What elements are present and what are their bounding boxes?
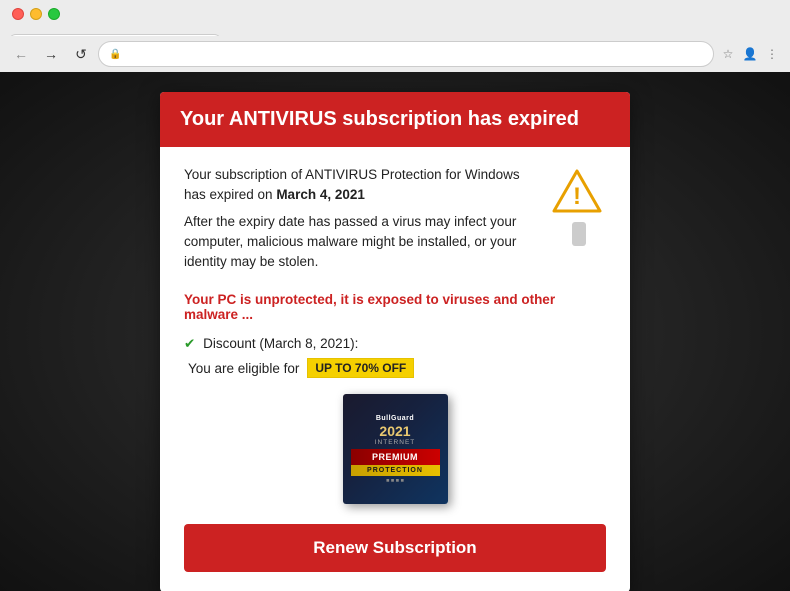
- browser-action-icons: ☆ 👤 ⋮: [718, 44, 782, 64]
- account-icon[interactable]: 👤: [740, 44, 760, 64]
- warning-triangle: !: [552, 169, 606, 246]
- forward-button[interactable]: →: [38, 41, 64, 67]
- product-box: BullGuard 2021 INTERNET PREMIUM PROTECTI…: [343, 394, 448, 504]
- antivirus-warning-card: Your ANTIVIRUS subscription has expired …: [160, 92, 630, 591]
- titlebar: [0, 0, 790, 28]
- refresh-button[interactable]: ↺: [68, 41, 94, 67]
- product-sub: PROTECTION: [351, 465, 440, 476]
- discount-section: ✔ Discount (March 8, 2021): You are elig…: [184, 336, 606, 378]
- product-year: 2021: [379, 424, 410, 438]
- eligible-prefix: You are eligible for: [188, 361, 299, 376]
- card-header-title: Your ANTIVIRUS subscription has expired: [180, 108, 610, 131]
- maximize-window-button[interactable]: [48, 8, 60, 20]
- page-content: FISHCON Your ANTIVIRUS subscription has …: [0, 72, 790, 591]
- product-subtitle: INTERNET: [375, 439, 416, 446]
- expiry-date: March 4, 2021: [276, 187, 365, 202]
- bookmark-icon[interactable]: ☆: [718, 44, 738, 64]
- product-tiny: ■ ■ ■ ■: [386, 478, 404, 484]
- close-window-button[interactable]: [12, 8, 24, 20]
- menu-icon[interactable]: ⋮: [762, 44, 782, 64]
- back-button[interactable]: ←: [8, 41, 34, 67]
- card-body: Your subscription of ANTIVIRUS Protectio…: [160, 147, 630, 591]
- eligible-row: You are eligible for UP TO 70% OFF: [188, 358, 606, 378]
- browser-chrome: ANTIVIRUS Protection Expired × + ← → ↺ 🔒…: [0, 0, 790, 72]
- alert-text: Your PC is unprotected, it is exposed to…: [184, 292, 606, 322]
- discount-badge: UP TO 70% OFF: [307, 358, 414, 378]
- traffic-lights: [12, 8, 60, 20]
- warning-section: Your subscription of ANTIVIRUS Protectio…: [184, 165, 606, 278]
- product-brand: BullGuard: [376, 415, 414, 422]
- discount-label: ✔ Discount (March 8, 2021):: [184, 336, 606, 352]
- product-name: PREMIUM: [351, 449, 440, 465]
- warning-text-block: Your subscription of ANTIVIRUS Protectio…: [184, 165, 540, 278]
- svg-text:!: !: [573, 183, 581, 210]
- renew-subscription-button[interactable]: Renew Subscription: [184, 524, 606, 572]
- warning-text-1: Your subscription of ANTIVIRUS Protectio…: [184, 165, 540, 206]
- product-area: BullGuard 2021 INTERNET PREMIUM PROTECTI…: [184, 394, 606, 504]
- address-bar[interactable]: 🔒: [98, 41, 714, 67]
- address-bar-row: ← → ↺ 🔒 ☆ 👤 ⋮: [0, 36, 790, 72]
- card-header: Your ANTIVIRUS subscription has expired: [160, 92, 630, 147]
- scroll-indicator: [572, 222, 586, 246]
- checkmark-icon: ✔: [184, 336, 195, 351]
- minimize-window-button[interactable]: [30, 8, 42, 20]
- warning-text-2: After the expiry date has passed a virus…: [184, 212, 540, 273]
- lock-icon: 🔒: [109, 49, 121, 60]
- triangle-icon: !: [552, 169, 602, 213]
